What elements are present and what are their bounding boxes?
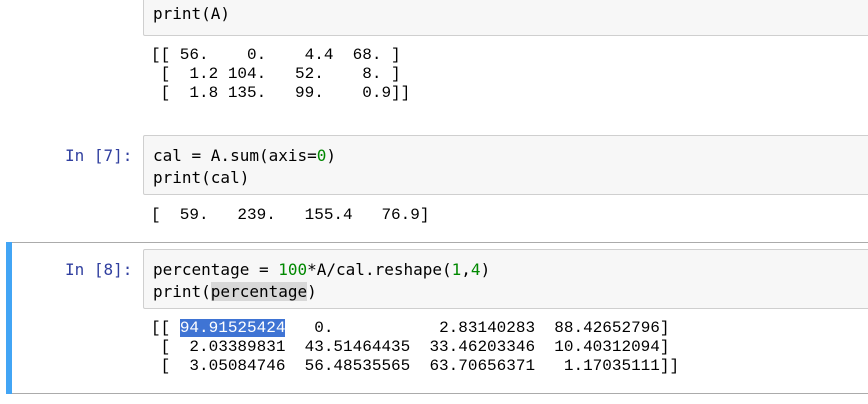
cell-output[interactable]: [[ 94.91525424 0. 2.83140283 88.42652796…: [151, 319, 679, 376]
selected-text[interactable]: 94.91525424: [179, 319, 286, 337]
code-line[interactable]: print(percentage): [153, 281, 317, 303]
output-line: [ 1.8 135. 99. 0.9]]: [151, 84, 411, 102]
cell-input[interactable]: cal = A.sum(axis=0) print(cal): [143, 135, 868, 195]
output-line: [ 3.05084746 56.48535565 63.70656371 1.1…: [151, 357, 680, 375]
code-line[interactable]: print(A): [153, 3, 230, 25]
code-line[interactable]: percentage = 100*A/cal.reshape(1,4): [153, 259, 490, 281]
cell-output: [[ 56. 0. 4.4 68. ] [ 1.2 104. 52. 8. ] …: [151, 46, 410, 103]
code-line[interactable]: cal = A.sum(axis=0): [153, 145, 336, 167]
output-line: [[ 56. 0. 4.4 68. ]: [151, 46, 401, 64]
selected-cell-bar: [6, 242, 12, 394]
cell-input[interactable]: print(A): [143, 0, 868, 36]
output-line: [ 59. 239. 155.4 76.9]: [151, 206, 430, 224]
cell-input[interactable]: percentage = 100*A/cal.reshape(1,4) prin…: [143, 249, 868, 309]
code-line[interactable]: print(cal): [153, 167, 249, 189]
cell-prompt: In [8]:: [65, 260, 133, 279]
notebook-page: print(A) [[ 56. 0. 4.4 68. ] [ 1.2 104. …: [0, 0, 868, 404]
output-line: [ 2.03389831 43.51464435 33.46203346 10.…: [151, 338, 670, 356]
cell-output: [ 59. 239. 155.4 76.9]: [151, 206, 429, 225]
output-line: [ 1.2 104. 52. 8. ]: [151, 65, 401, 83]
cell-prompt: In [7]:: [65, 146, 133, 165]
